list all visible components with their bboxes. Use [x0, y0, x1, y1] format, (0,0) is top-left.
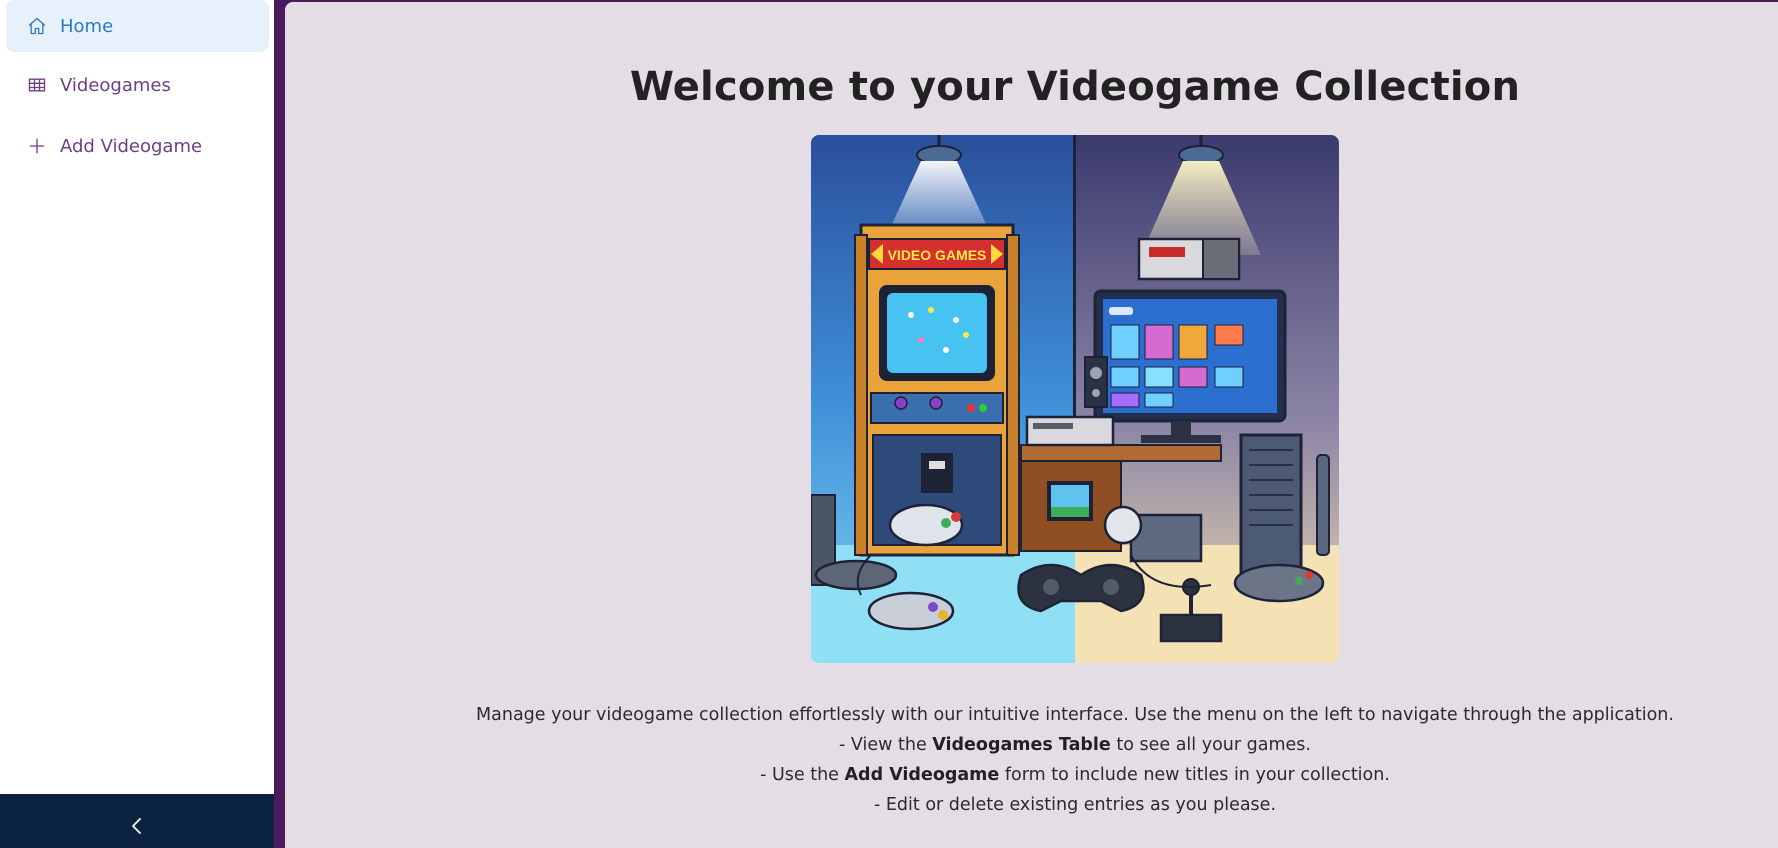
- bullet-bold: Add Videogame: [844, 765, 1000, 785]
- sidebar-item-label: Add Videogame: [60, 135, 203, 157]
- bullet-suffix: to see all your games.: [1110, 735, 1311, 755]
- bullet-add-videogame: - Use the Add Videogame form to include …: [285, 760, 1778, 790]
- sidebar-item-home[interactable]: Home: [6, 0, 269, 52]
- main-content: Welcome to your Videogame Collection VID…: [285, 2, 1778, 848]
- bullet-prefix: - Use the: [760, 765, 845, 785]
- bullet-edit-delete: - Edit or delete existing entries as you…: [285, 790, 1778, 820]
- bullet-prefix: - Edit or delete existing entries as you…: [873, 795, 1277, 815]
- plus-icon: [26, 135, 48, 157]
- app-window: Home Videogames Add Videogame Welcome to: [0, 0, 1778, 848]
- sidebar-item-label: Home: [60, 15, 114, 37]
- home-icon: [26, 15, 48, 37]
- arcade-sign-text: VIDEO GAMES: [888, 247, 987, 263]
- welcome-description: Manage your videogame collection effortl…: [0, 700, 1778, 820]
- bullet-prefix: - View the: [839, 735, 933, 755]
- sidebar-item-add-videogame[interactable]: Add Videogame: [6, 120, 269, 172]
- bullet-view-table: - View the Videogames Table to see all y…: [285, 730, 1778, 760]
- bullet-suffix: form to include new titles in your colle…: [999, 765, 1390, 785]
- intro-text: Manage your videogame collection effortl…: [476, 705, 1674, 725]
- hero-illustration: VIDEO GAMES: [811, 135, 1339, 663]
- hero-image: VIDEO GAMES: [811, 135, 1339, 663]
- page-title: Welcome to your Videogame Collection: [629, 64, 1521, 110]
- bullet-bold: Videogames Table: [932, 735, 1111, 755]
